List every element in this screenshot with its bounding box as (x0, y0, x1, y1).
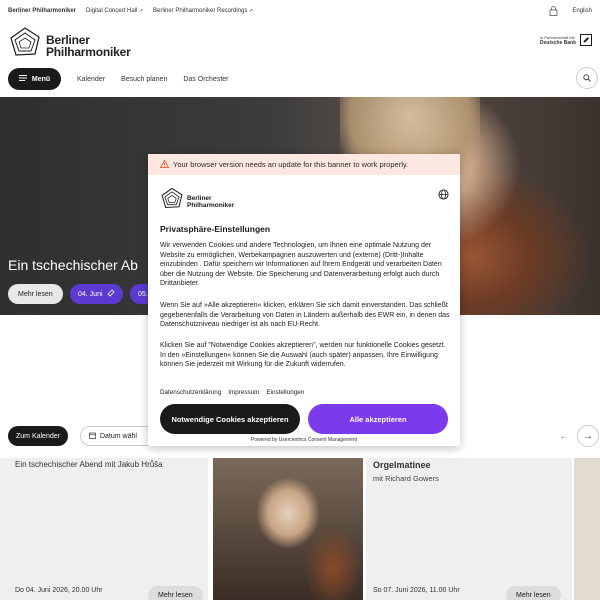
consent-logo-line2: Philharmoniker (187, 201, 235, 209)
powered-by: Powered by Usercentrics Consent Manageme… (250, 437, 358, 443)
imprint-link[interactable]: Impressum (228, 389, 259, 396)
browser-warning-text: Your browser version needs an update for… (173, 160, 409, 169)
consent-paragraph-2: Wenn Sie auf »Alle akzeptieren« klicken,… (160, 302, 450, 328)
consent-paragraph-3: Klicken Sie auf "Notwendige Cookies akze… (160, 342, 446, 368)
page: Berliner Philharmoniker Digital Concert … (0, 0, 600, 600)
consent-title: Privatsphäre-Einstellungen (160, 224, 271, 234)
browser-warning-banner: Your browser version needs an update for… (148, 154, 460, 175)
privacy-policy-link[interactable]: Datenschutzerklärung (160, 389, 221, 396)
consent-logo-line1: Berliner (187, 194, 212, 202)
consent-overlay: Your browser version needs an update for… (0, 0, 600, 600)
accept-all-button[interactable]: Alle akzeptieren (308, 404, 448, 434)
consent-links: Datenschutzerklärung Impressum Einstellu… (160, 389, 304, 396)
consent-paragraph-1: Wir verwenden Cookies und andere Technol… (160, 242, 442, 287)
warning-icon (159, 159, 170, 170)
language-globe-icon[interactable] (438, 187, 449, 205)
logo-mark-icon (160, 187, 184, 216)
accept-necessary-button[interactable]: Notwendige Cookies akzeptieren (160, 404, 300, 434)
consent-dialog: Your browser version needs an update for… (148, 154, 460, 446)
consent-logo: Berliner Philharmoniker (160, 187, 234, 216)
settings-link[interactable]: Einstellungen (266, 389, 304, 396)
